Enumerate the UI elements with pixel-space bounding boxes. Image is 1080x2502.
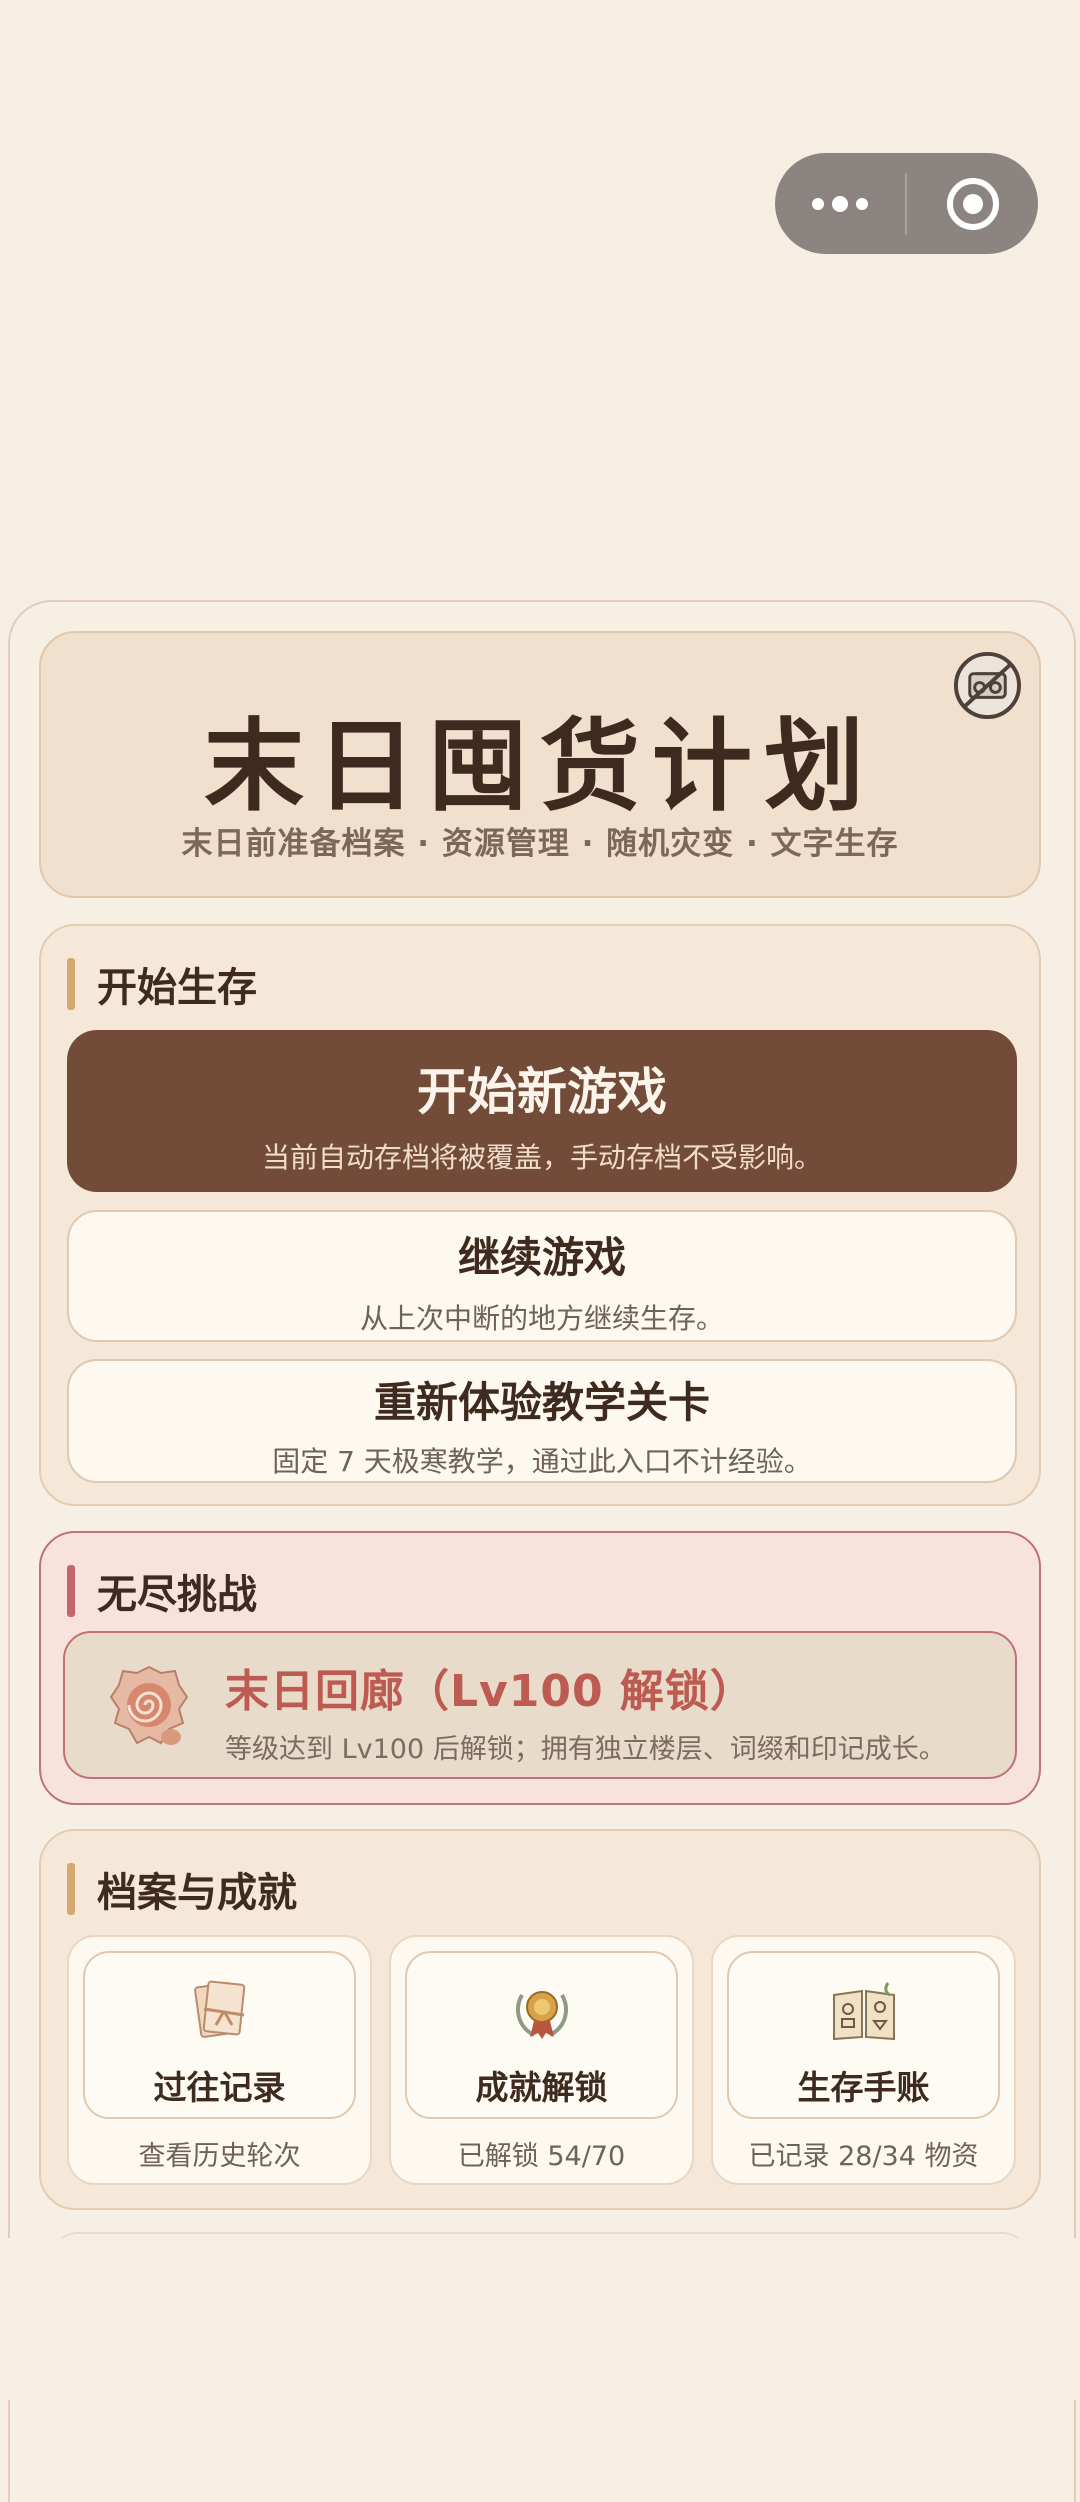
tile-label: 过往记录 <box>153 2068 286 2107</box>
medal-icon <box>515 1991 568 2039</box>
section-heading: 开始生存 <box>67 956 257 1012</box>
tile-inner: 生存手账 <box>727 1951 1000 2119</box>
new-game-button[interactable]: 开始新游戏 当前自动存档将被覆盖，手动存档不受影响。 <box>67 1030 1017 1192</box>
archive-achievements-section: 档案与成就 过往记录 查看历史轮次 成就解锁 已解锁 54/70 生存手账 已记… <box>39 1829 1041 2210</box>
tile-inner: 过往记录 <box>83 1951 356 2119</box>
continue-game-button[interactable]: 继续游戏 从上次中断的地方继续生存。 <box>67 1210 1017 1342</box>
target-circle-icon <box>946 177 999 230</box>
section-heading: 无尽挑战 <box>67 1563 257 1619</box>
doomsday-corridor-button[interactable]: 末日回廊（Lv100 解锁） 等级达到 Lv100 后解锁；拥有独立楼层、词缀和… <box>63 1631 1017 1779</box>
spiral-portal-icon <box>109 1665 189 1745</box>
tile-label: 生存手账 <box>797 2068 930 2107</box>
tutorial-button[interactable]: 重新体验教学关卡 固定 7 天极寒教学，通过此入口不计经验。 <box>67 1359 1017 1483</box>
journal-book-icon <box>832 1982 895 2041</box>
game-title: 末日囤货计划 <box>204 708 876 825</box>
tutorial-desc: 固定 7 天极寒教学，通过此入口不计经验。 <box>272 1445 812 1478</box>
corridor-label: 末日回廊（Lv100 解锁） <box>225 1666 755 1717</box>
bottom-area <box>0 2238 1080 2400</box>
section-accent-bar <box>67 1863 75 1915</box>
corridor-desc: 等级达到 Lv100 后解锁；拥有独立楼层、词缀和印记成长。 <box>225 1734 946 1765</box>
section-heading: 档案与成就 <box>67 1861 297 1917</box>
start-survival-section: 开始生存 开始新游戏 当前自动存档将被覆盖，手动存档不受影响。 继续游戏 从上次… <box>39 924 1041 1506</box>
mini-program-capsule <box>775 153 1038 254</box>
sound-muted-icon[interactable] <box>952 650 1023 721</box>
section-title: 开始生存 <box>97 965 257 1011</box>
more-dots-icon <box>812 195 868 212</box>
continue-game-desc: 从上次中断的地方继续生存。 <box>359 1302 724 1335</box>
continue-game-label: 继续游戏 <box>457 1233 626 1282</box>
tile-desc: 已解锁 54/70 <box>457 2141 626 2172</box>
tutorial-label: 重新体验教学关卡 <box>373 1378 710 1427</box>
endless-challenge-section: 无尽挑战 末日回廊（Lv100 解锁） 等级达到 Lv100 后解锁；拥有独立楼… <box>39 1531 1041 1805</box>
tile-inner: 成就解锁 <box>405 1951 678 2119</box>
tile-label: 成就解锁 <box>475 2068 608 2107</box>
section-title: 档案与成就 <box>97 1870 297 1916</box>
tile-desc: 已记录 28/34 物资 <box>748 2141 979 2172</box>
close-mini-program-button[interactable] <box>907 153 1038 254</box>
tile-desc: 查看历史轮次 <box>138 2141 301 2172</box>
survival-journal-tile[interactable]: 生存手账 已记录 28/34 物资 <box>711 1935 1016 2185</box>
more-menu-button[interactable] <box>775 153 905 254</box>
achievements-tile[interactable]: 成就解锁 已解锁 54/70 <box>389 1935 694 2185</box>
section-accent-bar <box>67 958 75 1010</box>
records-bundle-icon <box>193 1980 245 2038</box>
new-game-label: 开始新游戏 <box>417 1063 667 1121</box>
section-accent-bar <box>67 1565 75 1617</box>
past-records-tile[interactable]: 过往记录 查看历史轮次 <box>67 1935 372 2185</box>
new-game-desc: 当前自动存档将被覆盖，手动存档不受影响。 <box>261 1141 822 1174</box>
game-subtitle: 末日前准备档案 · 资源管理 · 随机灾变 · 文字生存 <box>181 826 899 862</box>
title-card: 末日囤货计划 末日前准备档案 · 资源管理 · 随机灾变 · 文字生存 <box>39 631 1041 898</box>
section-title: 无尽挑战 <box>97 1572 257 1618</box>
